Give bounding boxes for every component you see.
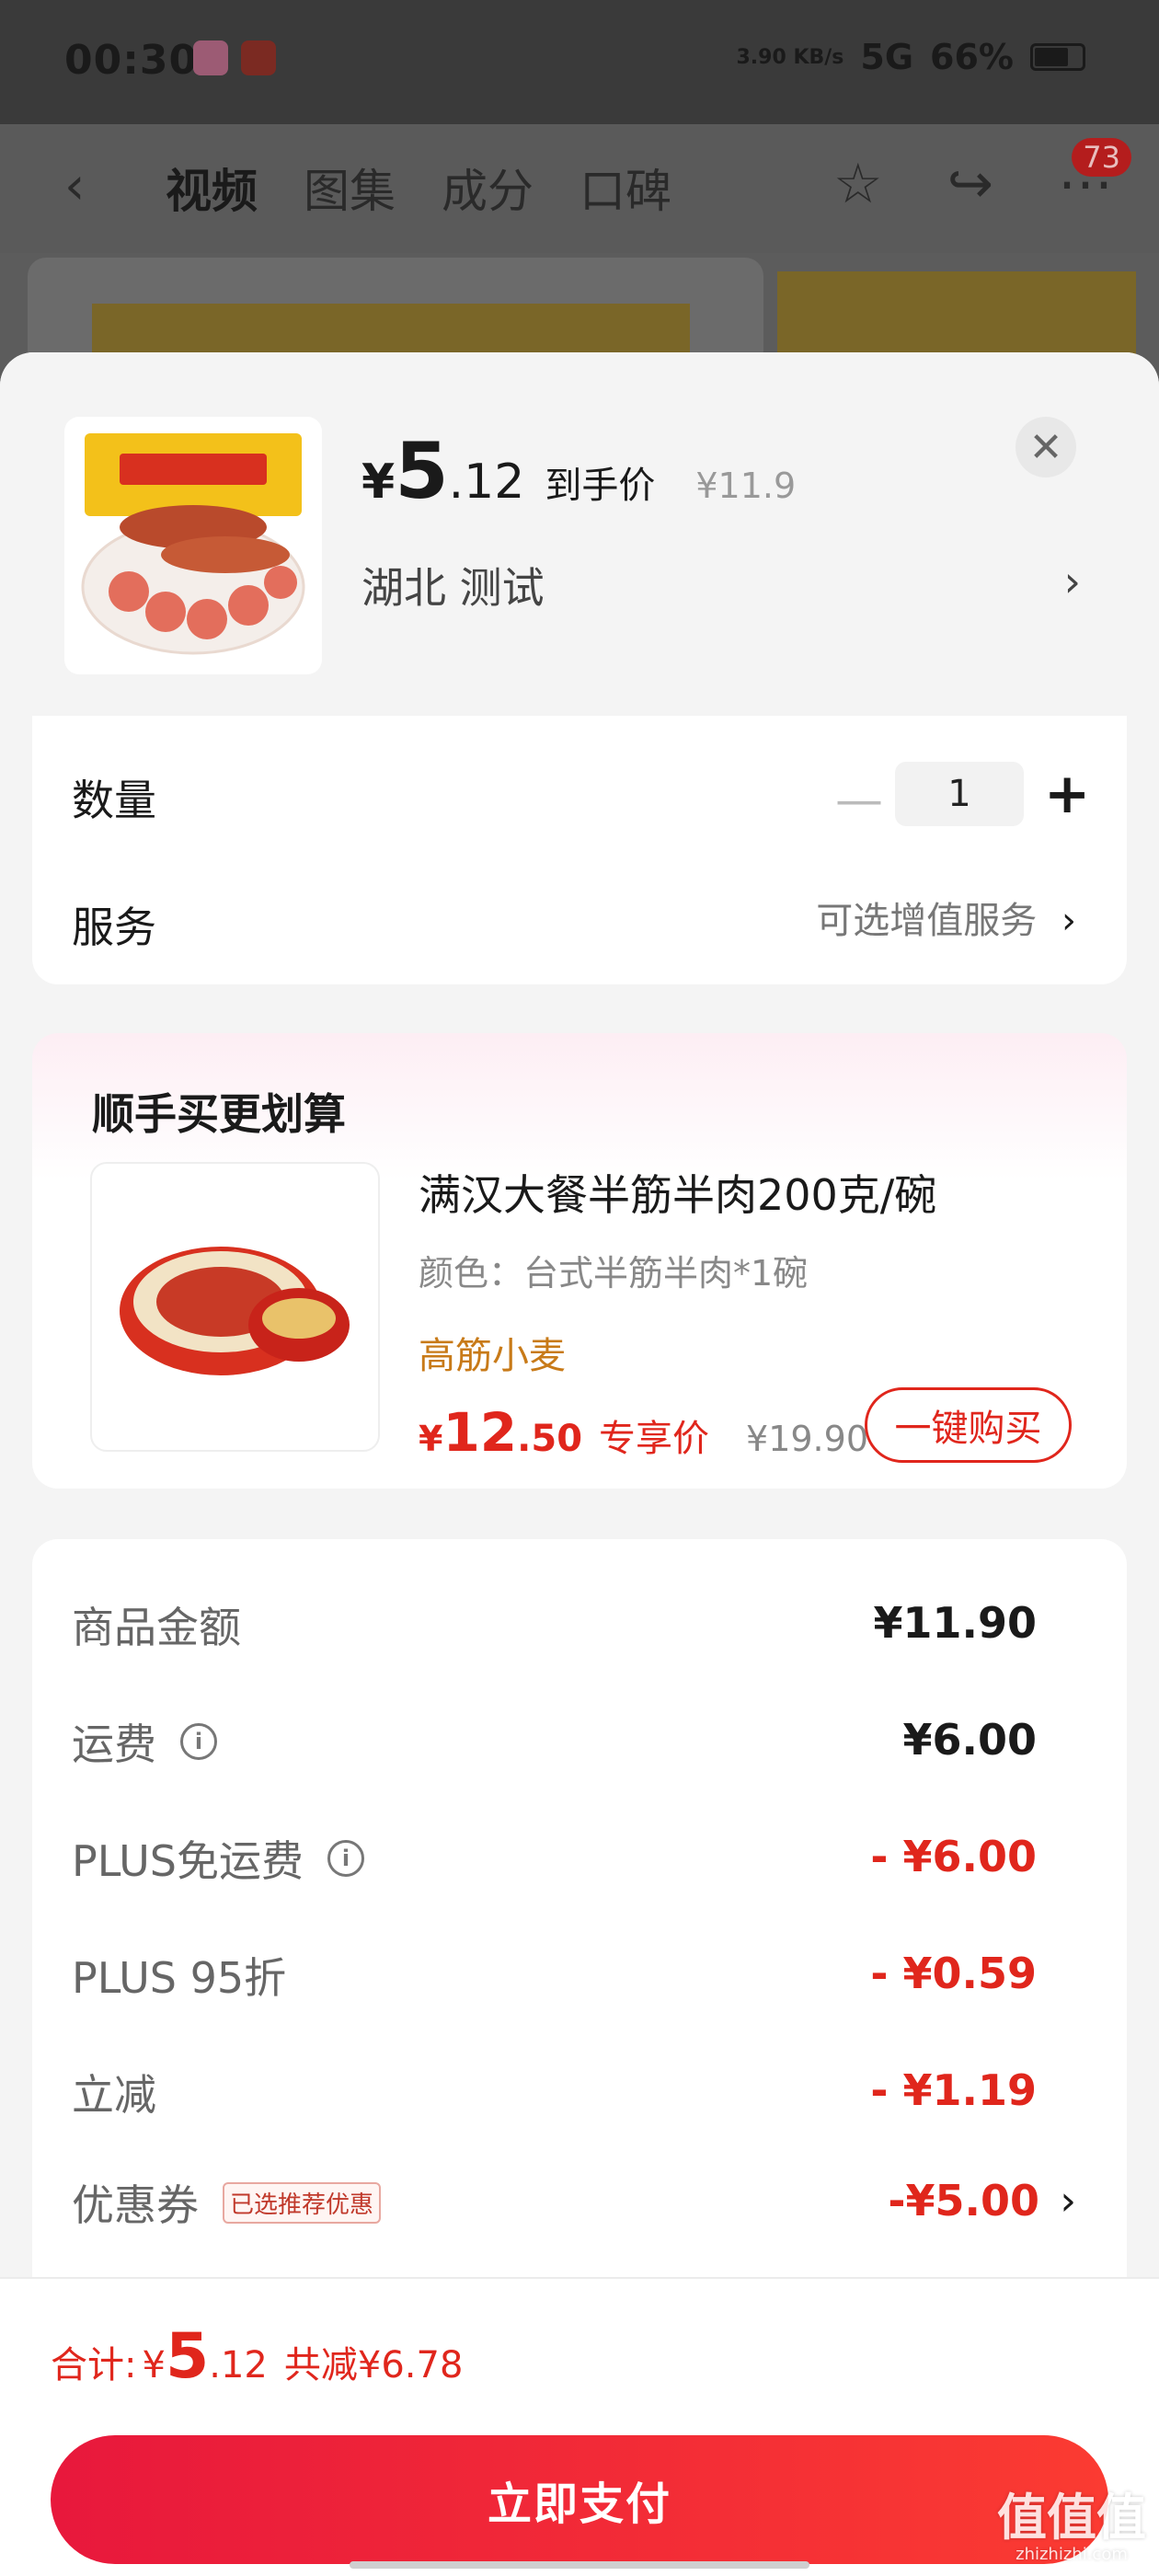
fee-label-text: 立减 (72, 2070, 156, 2120)
fee-value: ¥11.90 (873, 1598, 1037, 1648)
addon-thumbnail[interactable] (90, 1162, 380, 1452)
fee-row: 商品金额 ¥11.90 (32, 1594, 1127, 1668)
info-icon[interactable]: i (180, 1723, 217, 1760)
increment-button[interactable]: + (1044, 762, 1090, 826)
coupon-label-text: 优惠券 (72, 2180, 199, 2230)
fee-row: 运费 i ¥6.00 (32, 1711, 1127, 1785)
close-button[interactable]: ✕ (1016, 417, 1076, 477)
coupon-label: 优惠券 已选推荐优惠 (72, 2172, 382, 2233)
chevron-right-icon[interactable]: › (1064, 557, 1081, 606)
product-summary: ¥ 5 .12 到手价 ¥11.9 湖北 测试 › ✕ (0, 352, 1159, 716)
product-price: ¥ 5 .12 到手价 ¥11.9 (361, 426, 796, 516)
battery-icon (1030, 43, 1085, 71)
delivery-region[interactable]: 湖北 测试 (361, 555, 545, 615)
close-icon: ✕ (1028, 423, 1063, 471)
order-total: 合计: ¥ 5 .12 共减¥6.78 (51, 2320, 463, 2393)
fee-value: - ¥6.00 (870, 1832, 1037, 1881)
service-value: 可选增值服务 (816, 900, 1038, 942)
fee-value: ¥6.00 (902, 1715, 1037, 1765)
network-speed: 3.90 KB/s (736, 45, 844, 69)
status-bar: 00:30 3.90 KB/s 5G 66% (0, 0, 1159, 124)
one-click-buy-button[interactable]: 一键购买 (865, 1387, 1072, 1463)
fee-label-text: 商品金额 (72, 1603, 241, 1652)
tab-video[interactable]: 视频 (166, 155, 258, 221)
fee-label: 立减 (72, 2062, 156, 2122)
chevron-right-icon: › (1061, 900, 1076, 942)
total-label: 合计: (51, 2344, 137, 2386)
addon-price-label: 专享价 (599, 1418, 710, 1460)
quantity-input[interactable]: 1 (895, 762, 1024, 826)
fee-label-text: PLUS 95折 (72, 1953, 287, 2003)
payment-bar: 合计: ¥ 5 .12 共减¥6.78 立即支付 (0, 2277, 1159, 2576)
product-thumbnail (64, 417, 322, 674)
product-tabs: 视频 图集 成分 口碑 (166, 155, 671, 221)
total-integer: 5 (165, 2320, 210, 2393)
sausage-product-image (74, 426, 313, 665)
total-saved: 共减¥6.78 (283, 2344, 464, 2386)
price-currency: ¥ (361, 454, 396, 510)
watermark-text: 值值值 (997, 2489, 1146, 2547)
fee-value: - ¥0.59 (870, 1949, 1037, 1998)
signal-indicator: 5G (860, 37, 914, 77)
status-indicators: 3.90 KB/s 5G 66% (736, 37, 1085, 77)
back-icon[interactable]: ‹ (64, 156, 85, 216)
service-selector[interactable]: 可选增值服务 › (816, 891, 1076, 944)
fee-label: 商品金额 (72, 1594, 241, 1655)
fee-row: PLUS 95折 - ¥0.59 (32, 1945, 1127, 2018)
addon-section-title: 顺手买更划算 (92, 1089, 346, 1139)
battery-level: 66% (930, 37, 1014, 77)
watermark: 值值值 zhizhizhi.com (997, 2493, 1146, 2563)
coupon-row[interactable]: 优惠券 已选推荐优惠 -¥5.00 › (32, 2172, 1127, 2246)
fee-value: - ¥1.19 (870, 2065, 1037, 2115)
pay-now-button[interactable]: 立即支付 (51, 2435, 1108, 2564)
fee-label-text: 运费 (72, 1719, 156, 1769)
info-icon[interactable]: i (327, 1840, 364, 1877)
fee-label: PLUS免运费 i (72, 1828, 364, 1889)
fee-label: 运费 i (72, 1711, 217, 1772)
app-notification-icon (241, 40, 276, 75)
tab-ingredients[interactable]: 成分 (442, 155, 534, 221)
coupon-recommend-tag: 已选推荐优惠 (223, 2181, 382, 2224)
background-product-image (28, 258, 763, 368)
watermark-url: zhizhizhi.com (1016, 2545, 1128, 2564)
total-decimal: .12 (209, 2344, 268, 2386)
noodle-bowl-image (120, 1247, 350, 1375)
fee-label: PLUS 95折 (72, 1945, 286, 2006)
addon-recommendation-card: 顺手买更划算 满汉大餐半筋半肉200克/碗 颜色：台式半筋半肉*1碗 高筋小麦 … (32, 1033, 1127, 1489)
fee-row: PLUS免运费 i - ¥6.00 (32, 1828, 1127, 1902)
addon-price-decimal: .50 (517, 1418, 583, 1460)
checkout-sheet: ¥ 5 .12 到手价 ¥11.9 湖北 测试 › ✕ 数量 — 1 + 服务 … (0, 352, 1159, 2576)
price-label: 到手价 (545, 465, 656, 507)
addon-feature-tag: 高筋小麦 (419, 1335, 566, 1377)
total-currency: ¥ (142, 2344, 166, 2386)
addon-price: ¥ 12 .50 专享价 ¥19.90 (419, 1401, 868, 1464)
chevron-right-icon: › (1060, 2178, 1076, 2225)
original-price: ¥11.9 (695, 466, 797, 506)
status-time: 00:30 (64, 37, 199, 84)
fee-label-text: PLUS免运费 (72, 1836, 304, 1886)
coupon-value: -¥5.00 (888, 2176, 1039, 2225)
addon-spec: 颜色：台式半筋半肉*1碗 (419, 1253, 809, 1294)
price-integer: 5 (395, 426, 449, 516)
addon-price-integer: 12 (442, 1401, 518, 1464)
app-notification-icon (193, 40, 228, 75)
price-decimal: .12 (448, 454, 525, 510)
share-icon[interactable]: ↪ (947, 152, 993, 216)
quantity-service-card: 数量 — 1 + 服务 可选增值服务 › (32, 716, 1127, 984)
service-label: 服务 (72, 903, 156, 952)
message-badge: 73 (1072, 138, 1131, 177)
decrement-button[interactable]: — (835, 773, 883, 828)
addon-product-name[interactable]: 满汉大餐半筋半肉200克/碗 (419, 1162, 936, 1223)
addon-price-currency: ¥ (419, 1419, 443, 1459)
status-app-icons (193, 40, 276, 75)
nav-actions: ☆ ↪ ⋯ (833, 152, 1113, 216)
tab-gallery[interactable]: 图集 (304, 155, 396, 221)
addon-original-price: ¥19.90 (746, 1419, 868, 1459)
quantity-label: 数量 (72, 776, 156, 825)
tab-reviews[interactable]: 口碑 (580, 155, 671, 221)
fee-row: 立减 - ¥1.19 (32, 2062, 1127, 2135)
home-indicator[interactable] (350, 2561, 809, 2569)
favorite-star-icon[interactable]: ☆ (833, 152, 883, 216)
